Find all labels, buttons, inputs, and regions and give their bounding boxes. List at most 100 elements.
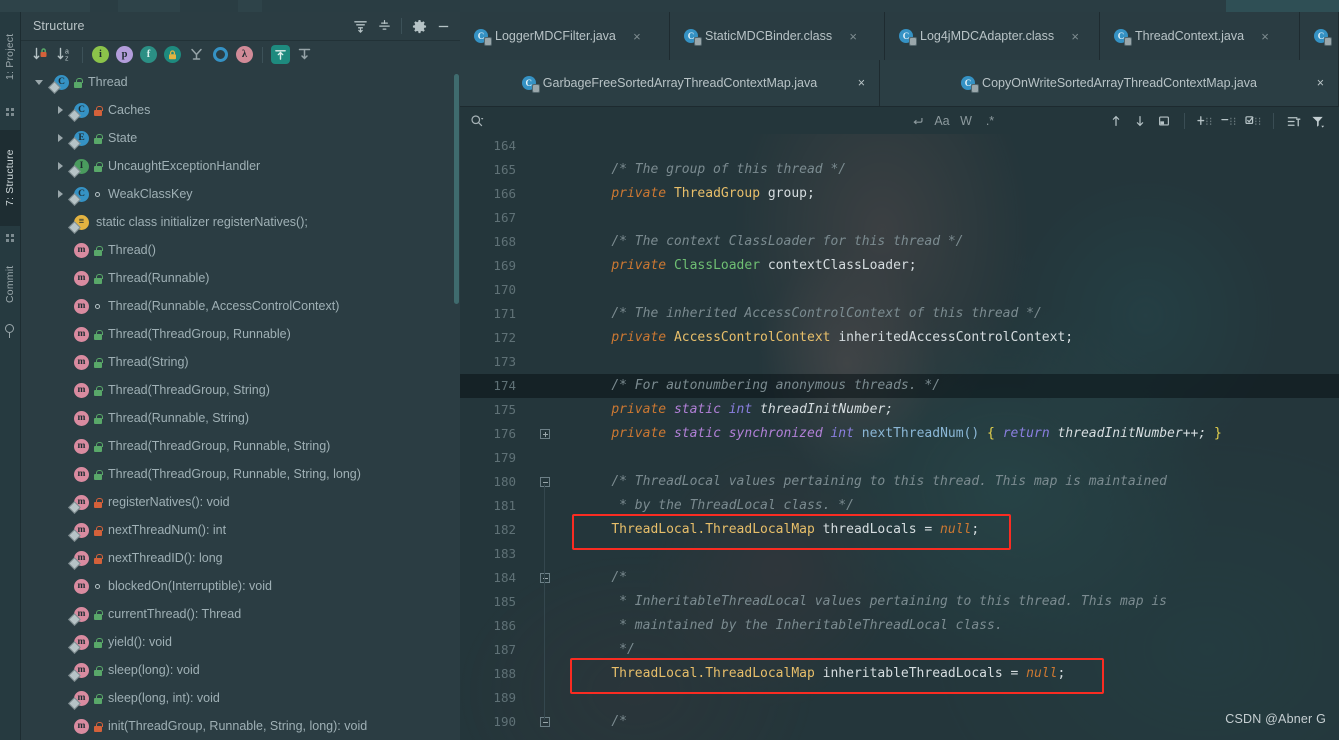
structure-tree-item[interactable]: m nextThreadNum(): int xyxy=(20,516,460,544)
code-line[interactable]: 169 private ClassLoader contextClassLoad… xyxy=(460,254,1339,278)
structure-tree-item[interactable]: m init(ThreadGroup, Runnable, String, lon… xyxy=(20,712,460,740)
autoscroll-to-source-icon[interactable] xyxy=(270,44,291,65)
structure-tree-item[interactable]: m sleep(long, int): void xyxy=(20,684,460,712)
close-tab-icon[interactable]: × xyxy=(1317,76,1324,90)
code-line[interactable]: 179 xyxy=(460,446,1339,470)
structure-tree-item[interactable]: E State xyxy=(20,124,460,152)
show-fields-icon[interactable]: f xyxy=(138,44,159,65)
code-line[interactable]: 173 xyxy=(460,350,1339,374)
group-by-icon[interactable] xyxy=(210,44,231,65)
tool-button-commit[interactable]: Commit xyxy=(0,252,20,316)
show-inherited-icon[interactable]: i xyxy=(90,44,111,65)
structure-tree-item[interactable]: m Thread(ThreadGroup, Runnable) xyxy=(20,320,460,348)
code-line[interactable]: 187 */ xyxy=(460,638,1339,662)
structure-tree-item[interactable]: C WeakClassKey xyxy=(20,180,460,208)
autoscroll-from-source-icon[interactable] xyxy=(294,44,315,65)
close-tab-icon[interactable]: × xyxy=(631,30,643,43)
code-line[interactable]: 190 /* xyxy=(460,710,1339,734)
code-line[interactable]: 175 private static int threadInitNumber; xyxy=(460,398,1339,422)
code-fold-minus-icon[interactable] xyxy=(540,573,550,583)
code-fold-capTop-icon[interactable] xyxy=(540,621,550,631)
expand-all-icon[interactable] xyxy=(349,15,371,37)
code-fold-capBot-icon[interactable] xyxy=(540,525,550,535)
code-line[interactable]: 168 /* The context ClassLoader for this … xyxy=(460,230,1339,254)
structure-tree-item[interactable]: m nextThreadID(): long xyxy=(20,544,460,572)
tool-button-structure[interactable]: 7: Structure xyxy=(0,130,20,226)
collapse-all-icon[interactable] xyxy=(373,15,395,37)
code-line[interactable]: 184 /* xyxy=(460,566,1339,590)
structure-tree-item[interactable]: m Thread(Runnable) xyxy=(20,264,460,292)
structure-tree-item[interactable]: m Thread(ThreadGroup, String) xyxy=(20,376,460,404)
regex-icon[interactable]: .* xyxy=(979,110,1001,132)
structure-tree-item[interactable]: m Thread(ThreadGroup, Runnable, String) xyxy=(20,432,460,460)
structure-tree-item[interactable]: m Thread(Runnable, AccessControlContext) xyxy=(20,292,460,320)
structure-tree-item[interactable]: m registerNatives(): void xyxy=(20,488,460,516)
code-editor[interactable]: 164 165 /* The group of this thread */166… xyxy=(460,134,1339,740)
close-tab-icon[interactable]: × xyxy=(1259,30,1271,43)
tab-log4j-mdc-adapter[interactable]: C Log4jMDCAdapter.class × xyxy=(885,12,1100,60)
tab-static-mdc-binder[interactable]: C StaticMDCBinder.class × xyxy=(670,12,885,60)
select-all-occurrences-icon[interactable] xyxy=(1153,110,1175,132)
match-case-icon[interactable]: Aa xyxy=(931,110,953,132)
open-in-find-window-icon[interactable] xyxy=(1283,110,1305,132)
tree-twisty-collapsed-icon[interactable] xyxy=(54,188,67,201)
tab-copy-on-write-sorted-array-thread-context-map[interactable]: C CopyOnWriteSortedArrayThreadContextMap.… xyxy=(880,60,1339,106)
code-fold-capBot-icon[interactable] xyxy=(540,645,550,655)
code-line[interactable]: 182 ThreadLocal.ThreadLocalMap threadLoc… xyxy=(460,518,1339,542)
structure-tree-item[interactable]: C Thread xyxy=(20,68,460,96)
structure-tree-item[interactable]: m yield(): void xyxy=(20,628,460,656)
structure-tree-item[interactable]: m currentThread(): Thread xyxy=(20,600,460,628)
code-line[interactable]: 176 private static synchronized int next… xyxy=(460,422,1339,446)
structure-tree-item[interactable]: m Thread(String) xyxy=(20,348,460,376)
code-fold-minus-icon[interactable] xyxy=(540,477,550,487)
find-previous-icon[interactable] xyxy=(1105,110,1127,132)
tab-garbage-free-sorted-array-thread-context-map[interactable]: C GarbageFreeSortedArrayThreadContextMap.… xyxy=(460,60,880,106)
select-lines-icon[interactable] xyxy=(1242,110,1264,132)
tree-twisty-collapsed-icon[interactable] xyxy=(54,132,67,145)
show-non-public-icon[interactable] xyxy=(162,44,183,65)
gear-icon[interactable] xyxy=(408,15,430,37)
filter-icon[interactable] xyxy=(1307,110,1329,132)
minimize-icon[interactable] xyxy=(432,15,454,37)
tab-logger-mdc-filter[interactable]: C LoggerMDCFilter.java × xyxy=(460,12,670,60)
tree-twisty-expanded-icon[interactable] xyxy=(34,76,47,89)
tree-twisty-collapsed-icon[interactable] xyxy=(54,160,67,173)
tab-overflow[interactable]: C xyxy=(1300,12,1339,60)
code-line[interactable]: 189 xyxy=(460,686,1339,710)
code-line[interactable]: 166 private ThreadGroup group; xyxy=(460,182,1339,206)
find-next-icon[interactable] xyxy=(1129,110,1151,132)
code-line[interactable]: 174 /* For autonumbering anonymous threa… xyxy=(460,374,1339,398)
remove-line-icon[interactable] xyxy=(1218,110,1240,132)
structure-tree-item[interactable]: m Thread(Runnable, String) xyxy=(20,404,460,432)
search-input[interactable] xyxy=(490,113,903,129)
structure-tree-item[interactable]: m Thread() xyxy=(20,236,460,264)
code-line[interactable]: 171 /* The inherited AccessControlContex… xyxy=(460,302,1339,326)
code-fold-minus-icon[interactable] xyxy=(540,717,550,727)
regex-history-icon[interactable] xyxy=(907,110,929,132)
code-line[interactable]: 185 * InheritableThreadLocal values pert… xyxy=(460,590,1339,614)
code-line[interactable]: 181 * by the ThreadLocal class. */ xyxy=(460,494,1339,518)
structure-tree-item[interactable]: ≡ static class initializer registerNative… xyxy=(20,208,460,236)
search-icon[interactable] xyxy=(470,114,484,128)
close-tab-icon[interactable]: × xyxy=(1069,30,1081,43)
code-line[interactable]: 186 * maintained by the InheritableThrea… xyxy=(460,614,1339,638)
code-fold-capTop-icon[interactable] xyxy=(540,597,550,607)
code-line[interactable]: 172 private AccessControlContext inherit… xyxy=(460,326,1339,350)
code-line[interactable]: 180 /* ThreadLocal values pertaining to … xyxy=(460,470,1339,494)
code-line[interactable]: 183 xyxy=(460,542,1339,566)
code-line[interactable]: 165 /* The group of this thread */ xyxy=(460,158,1339,182)
tab-thread-context[interactable]: C ThreadContext.java × xyxy=(1100,12,1300,60)
structure-tree-item[interactable]: C Caches xyxy=(20,96,460,124)
close-tab-icon[interactable]: × xyxy=(847,30,859,43)
code-fold-plus-icon[interactable] xyxy=(540,429,550,439)
add-line-icon[interactable] xyxy=(1194,110,1216,132)
whole-words-icon[interactable]: W xyxy=(955,110,977,132)
tool-button-project[interactable]: 1: Project xyxy=(0,18,20,96)
sort-by-visibility-icon[interactable] xyxy=(30,44,51,65)
structure-tree-item[interactable]: m blockedOn(Interruptible): void xyxy=(20,572,460,600)
code-line[interactable]: 188 ThreadLocal.ThreadLocalMap inheritab… xyxy=(460,662,1339,686)
sort-alphabetically-icon[interactable]: a z xyxy=(54,44,75,65)
code-line[interactable]: 170 xyxy=(460,278,1339,302)
tree-twisty-collapsed-icon[interactable] xyxy=(54,104,67,117)
show-lambdas-icon[interactable]: λ xyxy=(234,44,255,65)
